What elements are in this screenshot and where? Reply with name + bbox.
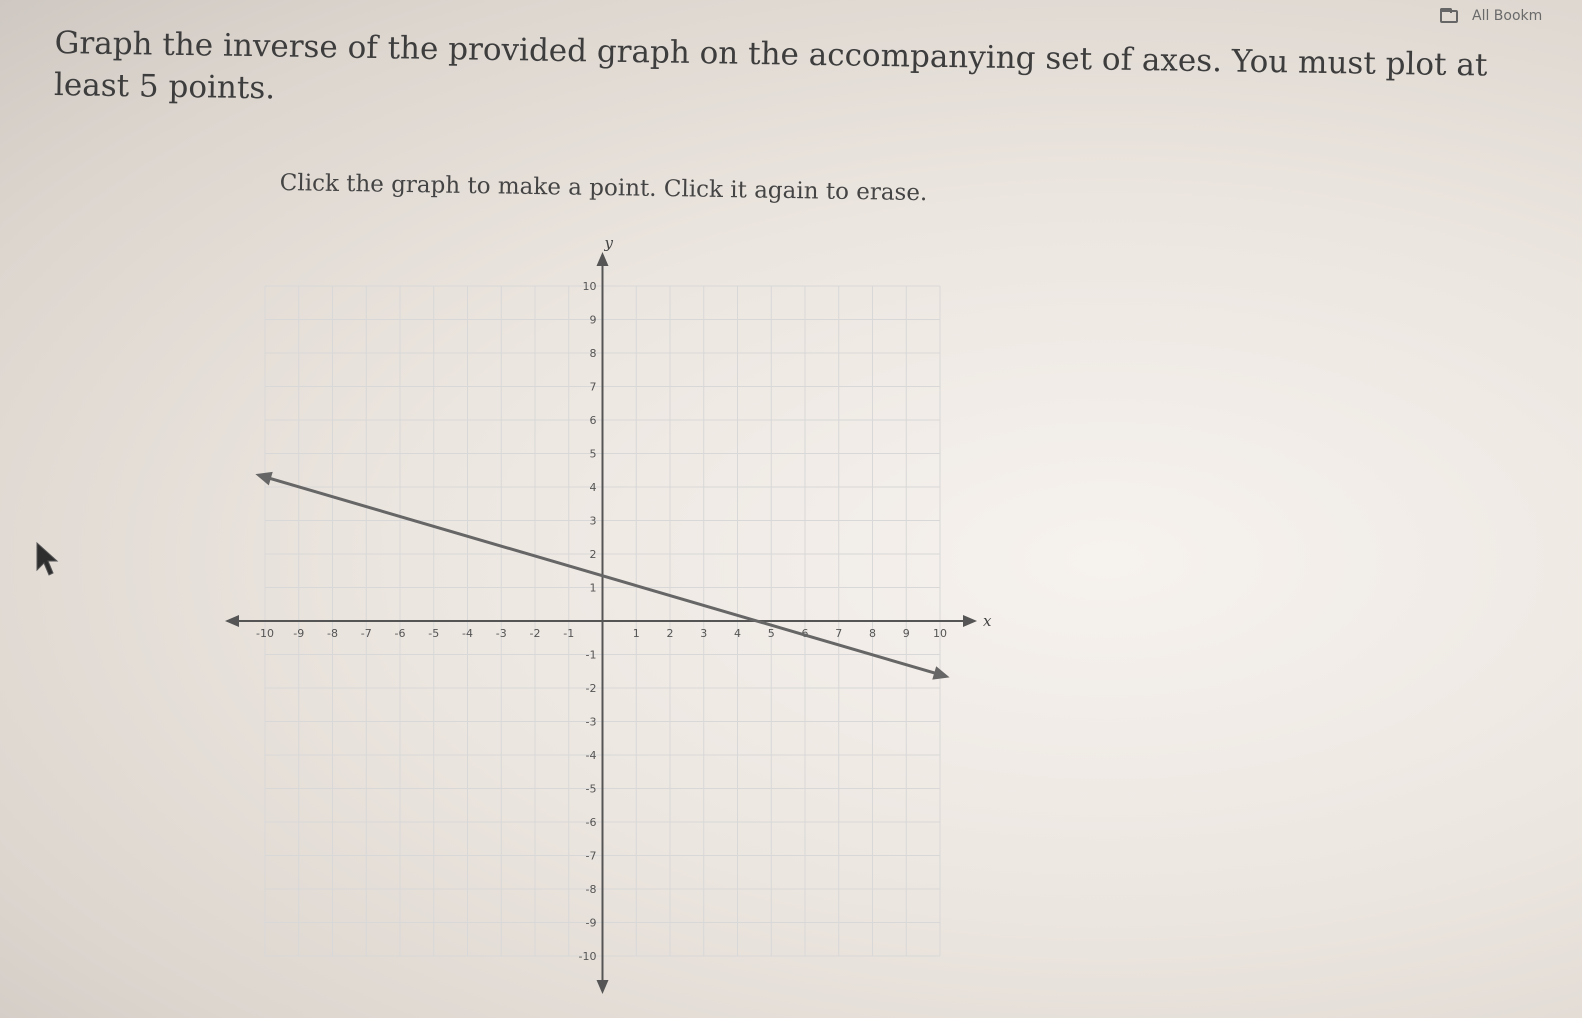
x-tick-label: -3 [496,627,507,640]
x-tick-label: 4 [734,627,741,640]
y-tick-label: 2 [590,548,597,561]
y-tick-label: -7 [586,850,597,863]
y-tick-label: -6 [586,816,597,829]
folder-icon [1440,7,1458,23]
y-tick-label: -2 [586,682,597,695]
y-tick-label: 10 [583,280,597,293]
x-tick-label: -10 [256,627,274,640]
x-tick-label: 5 [768,627,775,640]
x-axis-arrow-right [963,615,977,627]
graph-instruction: Click the graph to make a point. Click i… [279,170,928,207]
line-arrow-right [932,666,950,680]
y-tick-label: -10 [579,950,597,963]
x-tick-label: -9 [293,627,304,640]
y-tick-label: 1 [590,582,597,595]
y-tick-label: 7 [590,381,597,394]
x-tick-label: -6 [395,627,406,640]
y-tick-label: -9 [586,917,597,930]
y-axis-arrow-up [596,252,609,266]
y-tick-label: -1 [586,649,597,662]
x-tick-label: 10 [933,627,947,640]
bookmark-label: All Bookm [1472,8,1543,24]
x-tick-label: -7 [361,627,372,640]
x-tick-label: -5 [428,627,439,640]
x-axis-label: x [983,612,992,630]
y-tick-label: 8 [590,347,597,360]
graph-area[interactable]: x y -10 -9 -8 -7 -6 -5 -4 -3 -2 -1 1 2 3 4 5 6 7 8 9 10 10 9 8 7… [225,228,1005,998]
y-tick-label: 3 [590,515,597,528]
y-tick-label: 6 [590,414,597,427]
line-arrow-left [255,471,273,486]
y-axis-arrow-down [596,980,609,994]
x-axis-arrow-left [225,615,239,627]
bookmarks-bar-item[interactable]: All Bookm [1440,7,1543,24]
question-text: Graph the inverse of the provided graph … [53,24,1488,107]
y-tick-label: 5 [590,448,597,461]
x-tick-label: -1 [563,627,574,640]
mouse-pointer-icon [36,541,59,576]
x-tick-label: -8 [327,627,338,640]
y-tick-label: -4 [586,749,597,762]
x-tick-label: -4 [462,627,473,640]
x-tick-label: 3 [700,627,707,640]
x-tick-label: 1 [633,627,640,640]
y-tick-label: 4 [590,481,597,494]
x-tick-label: -2 [530,627,541,640]
y-axis-label: y [604,234,614,252]
x-tick-label: 2 [667,627,674,640]
x-tick-label: 9 [903,627,910,640]
y-tick-label: -3 [586,716,597,729]
x-tick-label: 7 [835,627,842,640]
y-tick-label: -8 [586,883,597,896]
coordinate-graph[interactable]: x y -10 -9 -8 -7 -6 -5 -4 -3 -2 -1 1 2 3 4 5 6 7 8 9 10 10 9 8 7… [225,228,1005,998]
y-tick-label: 9 [590,314,597,327]
y-tick-label: -5 [586,783,597,796]
x-tick-label: 8 [869,627,876,640]
